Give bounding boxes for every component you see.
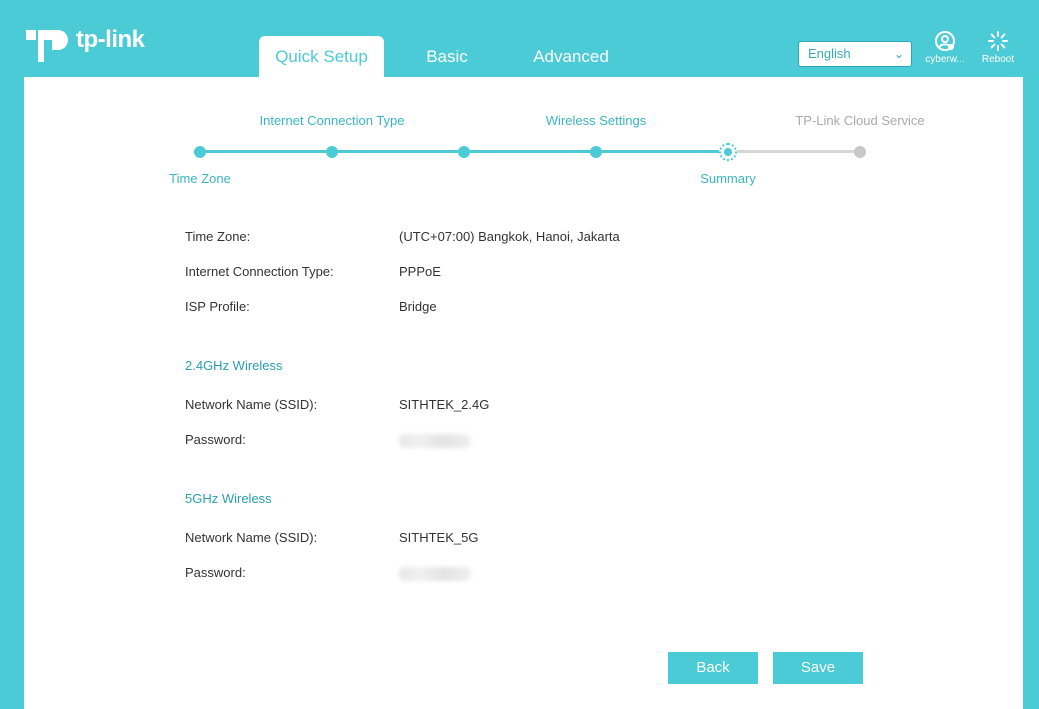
logo-text: tp-link bbox=[76, 26, 145, 53]
step-dot-wireless-settings bbox=[590, 145, 602, 158]
step-dot-summary bbox=[719, 142, 737, 161]
save-button[interactable]: Save bbox=[773, 652, 863, 684]
reboot-button[interactable]: Reboot bbox=[975, 30, 1021, 65]
reboot-icon bbox=[988, 31, 1008, 51]
password-redacted bbox=[399, 432, 471, 448]
row-label: Network Name (SSID): bbox=[185, 397, 318, 412]
summary-row-2g-ssid: Network Name (SSID): SITHTEK_2.4G bbox=[185, 397, 489, 412]
reboot-label: Reboot bbox=[981, 54, 1015, 65]
tab-basic[interactable]: Basic bbox=[407, 36, 487, 77]
row-value: (UTC+07:00) Bangkok, Hanoi, Jakarta bbox=[399, 229, 620, 244]
step-label-time-zone: Time Zone bbox=[169, 171, 231, 186]
row-label: Password: bbox=[185, 565, 246, 580]
step-dot-cloud-service bbox=[854, 145, 866, 158]
summary-row-time-zone: Time Zone: (UTC+07:00) Bangkok, Hanoi, J… bbox=[185, 229, 620, 244]
password-redacted bbox=[399, 565, 471, 581]
row-label: Time Zone: bbox=[185, 229, 251, 244]
summary-row-isp-profile: ISP Profile: Bridge bbox=[185, 299, 437, 314]
step-label-summary: Summary bbox=[700, 171, 756, 186]
user-label: cyberw... bbox=[925, 54, 965, 65]
row-value: Bridge bbox=[399, 299, 437, 314]
tp-link-logo: tp-link bbox=[24, 16, 145, 64]
row-value: SITHTEK_5G bbox=[399, 530, 479, 545]
progress-line-todo bbox=[728, 150, 860, 153]
row-value: SITHTEK_2.4G bbox=[399, 397, 490, 412]
summary-row-5g-ssid: Network Name (SSID): SITHTEK_5G bbox=[185, 530, 478, 545]
quick-setup-panel: Time Zone Internet Connection Type Wirel… bbox=[24, 77, 1023, 709]
setup-progress: Time Zone Internet Connection Type Wirel… bbox=[24, 77, 1023, 197]
tab-advanced[interactable]: Advanced bbox=[520, 36, 622, 77]
language-select[interactable]: English ⌄ bbox=[798, 41, 912, 67]
summary-row-5g-password: Password: bbox=[185, 565, 471, 581]
row-label: ISP Profile: bbox=[185, 299, 250, 314]
summary-row-connection-type: Internet Connection Type: PPPoE bbox=[185, 264, 441, 279]
section-title-2g-wireless: 2.4GHz Wireless bbox=[185, 358, 283, 373]
step-dot-intermediate bbox=[458, 145, 470, 158]
tp-link-logo-icon bbox=[26, 30, 68, 62]
user-account-button[interactable]: cyberw... bbox=[920, 30, 970, 65]
row-value: PPPoE bbox=[399, 264, 441, 279]
step-dot-time-zone bbox=[194, 145, 206, 158]
step-dot-internet-connection-type bbox=[326, 145, 338, 158]
step-label-wireless-settings: Wireless Settings bbox=[545, 113, 647, 128]
step-label-cloud-service: TP-Link Cloud Service bbox=[795, 113, 925, 128]
row-label: Internet Connection Type: bbox=[185, 264, 334, 279]
user-icon bbox=[935, 31, 955, 51]
language-select-value: English bbox=[808, 46, 851, 61]
section-title-5g-wireless: 5GHz Wireless bbox=[185, 491, 272, 506]
back-button[interactable]: Back bbox=[668, 652, 758, 684]
summary-row-2g-password: Password: bbox=[185, 432, 471, 448]
tab-quick-setup[interactable]: Quick Setup bbox=[259, 36, 384, 77]
row-label: Password: bbox=[185, 432, 246, 447]
chevron-down-icon: ⌄ bbox=[893, 47, 904, 61]
step-label-internet-connection-type: Internet Connection Type bbox=[259, 113, 405, 128]
row-label: Network Name (SSID): bbox=[185, 530, 318, 545]
